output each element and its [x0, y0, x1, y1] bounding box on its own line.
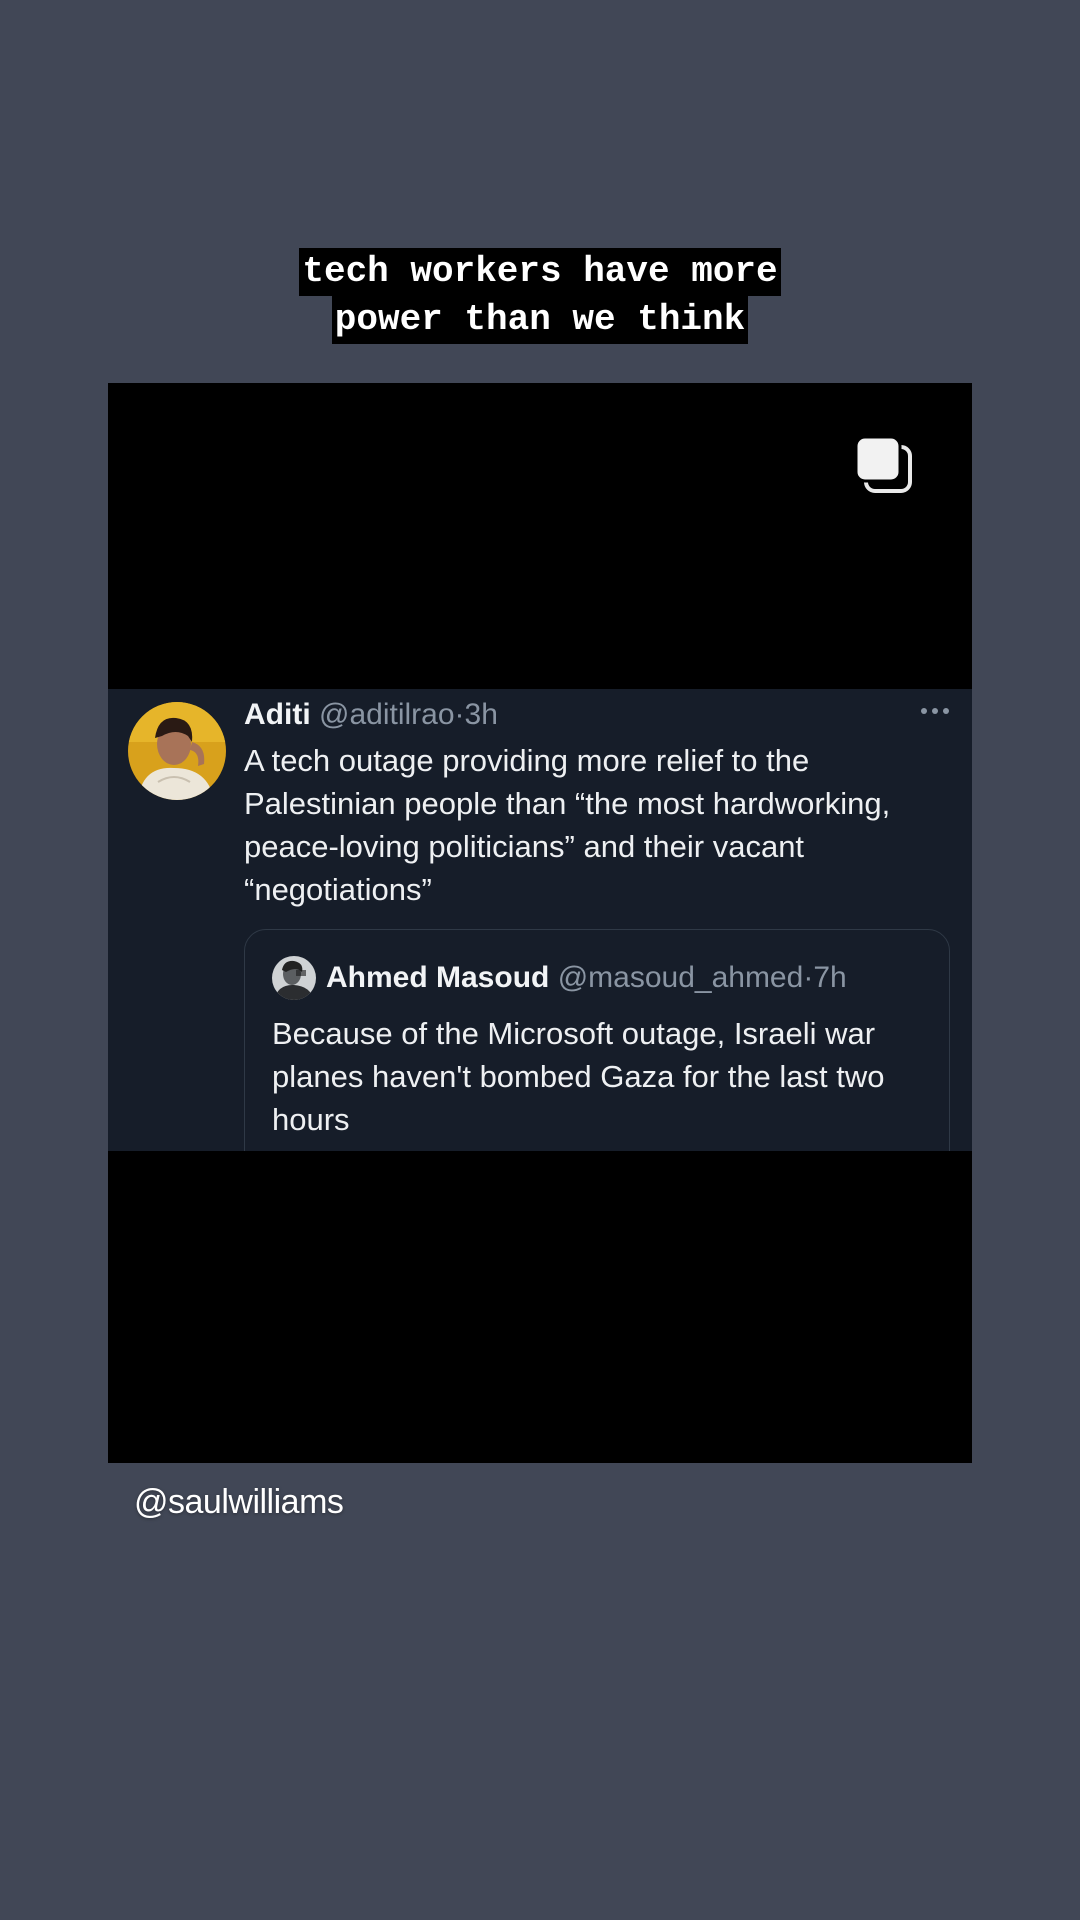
multiple-posts-icon — [854, 435, 912, 493]
quote-separator-dot: · — [803, 961, 814, 994]
quote-author-name[interactable]: Ahmed Masoud — [326, 961, 549, 994]
more-options-icon[interactable] — [920, 707, 950, 715]
tweet-time: 3h — [464, 698, 498, 731]
tweet-text: A tech outage providing more relief to t… — [244, 743, 891, 907]
quote-header: Ahmed Masoud @masoud_ahmed·7h — [326, 956, 847, 1000]
quote-text: Because of the Microsoft outage, Israeli… — [272, 1016, 885, 1137]
caption-line-2: power than we think — [331, 296, 749, 344]
author-name[interactable]: Aditi — [244, 698, 311, 731]
shared-post-card[interactable]: Aditi @aditilrao·3h A tech outage provid… — [108, 383, 972, 1463]
story-caption: tech workers have more power than we thi… — [0, 248, 1080, 344]
tweet-screenshot: Aditi @aditilrao·3h A tech outage provid… — [108, 689, 972, 1151]
quoted-tweet[interactable]: Ahmed Masoud @masoud_ahmed·7h Because of… — [244, 929, 950, 1151]
author-handle[interactable]: @aditilrao — [319, 698, 455, 731]
ahmed-avatar — [272, 956, 316, 1000]
tweet-header: Aditi @aditilrao·3h — [244, 693, 944, 737]
mention-sticker[interactable]: @saulwilliams — [134, 1480, 344, 1524]
quote-author-handle[interactable]: @masoud_ahmed — [558, 961, 804, 994]
caption-line-1: tech workers have more — [299, 248, 781, 296]
separator-dot: · — [454, 698, 465, 731]
quote-time: 7h — [813, 961, 847, 994]
aditi-avatar — [128, 702, 226, 800]
